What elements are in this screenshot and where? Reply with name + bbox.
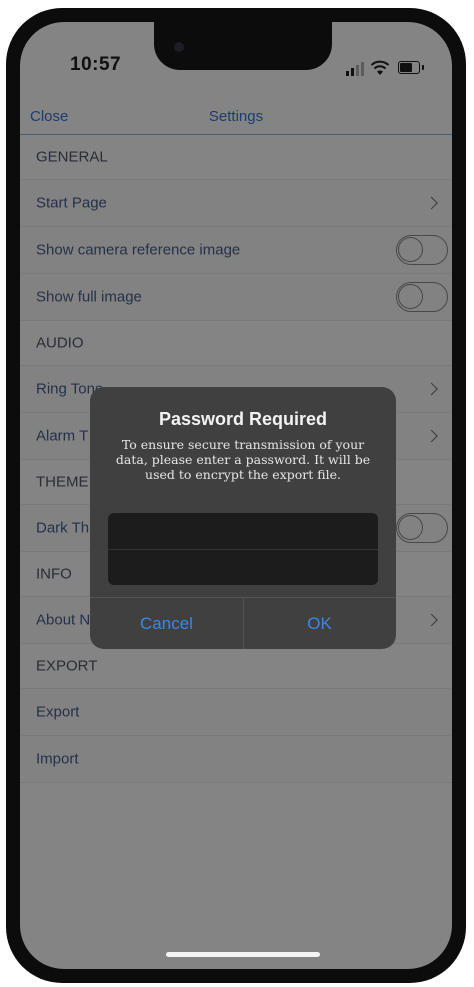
camera-icon — [174, 42, 184, 52]
alert-button-bar: Cancel OK — [90, 597, 396, 649]
phone-frame: 10:57 Close Settings GENERAL Start Page … — [6, 8, 466, 983]
home-indicator[interactable] — [166, 952, 320, 957]
ok-button[interactable]: OK — [243, 598, 396, 649]
notch — [154, 22, 332, 70]
app-screen: 10:57 Close Settings GENERAL Start Page … — [20, 22, 452, 969]
alert-message: To ensure secure transmission of your da… — [115, 437, 371, 482]
alert-title: Password Required — [158, 409, 328, 429]
input-divider — [108, 549, 378, 550]
cancel-button[interactable]: Cancel — [90, 598, 244, 649]
password-alert: Password Required To ensure secure trans… — [90, 387, 396, 649]
